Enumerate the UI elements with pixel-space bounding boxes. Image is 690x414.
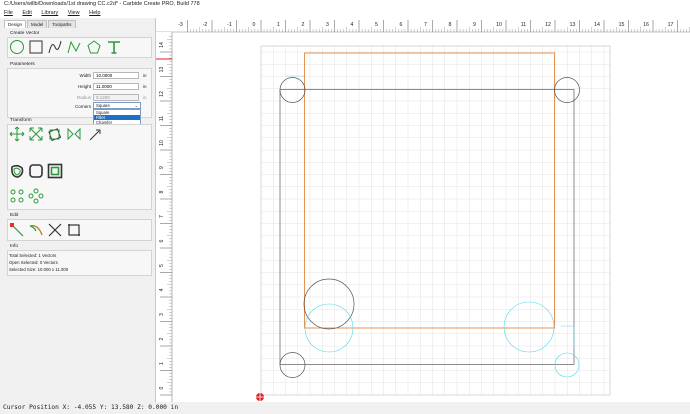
text-tool-icon[interactable] [106,39,122,55]
menu-view[interactable]: View [68,10,80,16]
menu-help[interactable]: Help [89,10,100,16]
ruler-label: 2 [159,337,165,340]
info-heading: Info [10,244,19,249]
ruler-label: 0 [253,22,256,28]
ruler-label: 7 [159,215,165,218]
ruler-label: 11 [159,116,165,121]
ruler-label: 9 [159,166,165,169]
origin-marker-icon [256,393,264,401]
height-field[interactable] [93,83,139,90]
design-side-panel: Design Model Toolpaths Create Vector Par… [0,18,156,402]
ruler-label: 4 [159,288,165,291]
ruler-label: 12 [159,91,165,97]
chevron-down-icon: ⌄ [134,103,138,108]
mode-tabs: Design Model Toolpaths [4,20,77,28]
join-tool-icon[interactable] [66,222,82,238]
ruler-label: -2 [203,22,208,28]
ruler-label: 9 [473,22,476,28]
ruler-label: 3 [159,313,165,316]
mirror-tool-icon[interactable] [66,126,82,142]
corners-label: Corners [74,104,91,109]
menu-library[interactable]: Library [41,10,58,16]
ruler-label: 5 [159,264,165,267]
circle-tool-icon[interactable] [9,39,25,55]
offset-tool-icon[interactable] [9,163,25,179]
ruler-label: 14 [159,42,165,48]
polyline-tool-icon[interactable] [66,39,82,55]
ruler-label: 0 [159,386,165,389]
height-label: Height [77,84,91,89]
scale-tool-icon[interactable] [28,126,44,142]
ruler-label: 12 [545,22,551,28]
tab-toolpaths[interactable]: Toolpaths [48,20,76,28]
ruler-label: 8 [159,190,165,193]
ruler-label: 4 [351,22,354,28]
radius-field [93,94,139,101]
tab-model[interactable]: Model [27,20,48,28]
ruler-label: 6 [400,22,403,28]
ruler-label: 6 [159,239,165,242]
ruler-label: 13 [570,22,576,28]
ruler-label: 3 [326,22,329,28]
corners-select[interactable]: Square ⌄ [93,102,141,109]
info-open-selected: Open Selected: 0 Vectors [9,260,58,265]
ruler-label: 1 [159,362,165,365]
rectangle-tool-icon[interactable] [28,39,44,55]
edit-heading: Edit [10,213,19,218]
ruler-label: 13 [159,67,165,73]
ruler-label: 1 [277,22,280,28]
ruler-label: 11 [521,22,526,28]
ruler-label: 17 [668,22,674,28]
cursor-position-readout: Cursor Position X: -4.055 Y: 13.580 Z: 0… [3,404,179,411]
menu-edit[interactable]: Edit [22,10,31,16]
polygon-tool-icon[interactable] [86,39,102,55]
radius-unit: in [143,95,147,100]
ruler-label: 10 [159,140,165,146]
grid-array-tool-icon[interactable] [28,188,44,204]
ruler-label: 16 [643,22,649,28]
ruler-label: 15 [619,22,625,28]
ruler-label: 14 [594,22,600,28]
info-total-selected: Total Selected: 1 Vectors [9,253,57,258]
inset-tool-icon[interactable] [47,163,63,179]
ruler-label: -1 [227,22,232,28]
status-bar: Cursor Position X: -4.055 Y: 13.580 Z: 0… [0,402,690,414]
info-selected-size: Selected Size: 10.000 x 11.000 [9,267,69,272]
parameters-heading: Parameters [10,62,35,67]
move-tool-icon[interactable] [9,126,25,142]
create-vector-heading: Create Vector [10,31,40,36]
tab-design[interactable]: Design [4,20,27,28]
width-unit: in [143,73,147,78]
rotate-tool-icon[interactable] [47,126,63,142]
design-canvas[interactable]: -3 -2 -1 0 1 2 3 4 5 6 7 8 9 10 11 12 13 14 15 16 17 14 13 12 1… [156,18,690,402]
width-label: Width [79,73,91,78]
ruler-label: 5 [375,22,378,28]
radius-label: Radius [76,95,91,100]
cut-tool-icon[interactable] [47,222,63,238]
align-tool-icon[interactable] [86,126,102,142]
corners-selected-value: Square [96,103,110,108]
height-unit: in [143,84,147,89]
circle-array-tool-icon[interactable] [9,188,25,204]
menu-file[interactable]: File [4,10,13,16]
boolean-tool-icon[interactable] [28,163,44,179]
carbide-create-window: C:/Users/willb/Downloads/1st drawing CC.… [0,0,690,414]
transform-heading: Transform [10,118,32,123]
curve-tool-icon[interactable] [47,39,63,55]
node-edit-tool-icon[interactable] [9,222,25,238]
menu-bar: File Edit Library View Help [0,9,690,18]
ruler-label: 10 [496,22,502,28]
horizontal-ruler [156,18,690,32]
ruler-label: 2 [302,22,305,28]
ruler-label: -3 [178,22,183,28]
width-field[interactable] [93,72,139,79]
trim-tool-icon[interactable] [28,222,44,238]
ruler-label: 7 [424,22,427,28]
canvas-drawing[interactable]: -3 -2 -1 0 1 2 3 4 5 6 7 8 9 10 11 12 13 14 15 16 17 1413121… [156,18,690,402]
ruler-label: 8 [449,22,452,28]
window-title: C:/Users/willb/Downloads/1st drawing CC.… [0,0,690,9]
